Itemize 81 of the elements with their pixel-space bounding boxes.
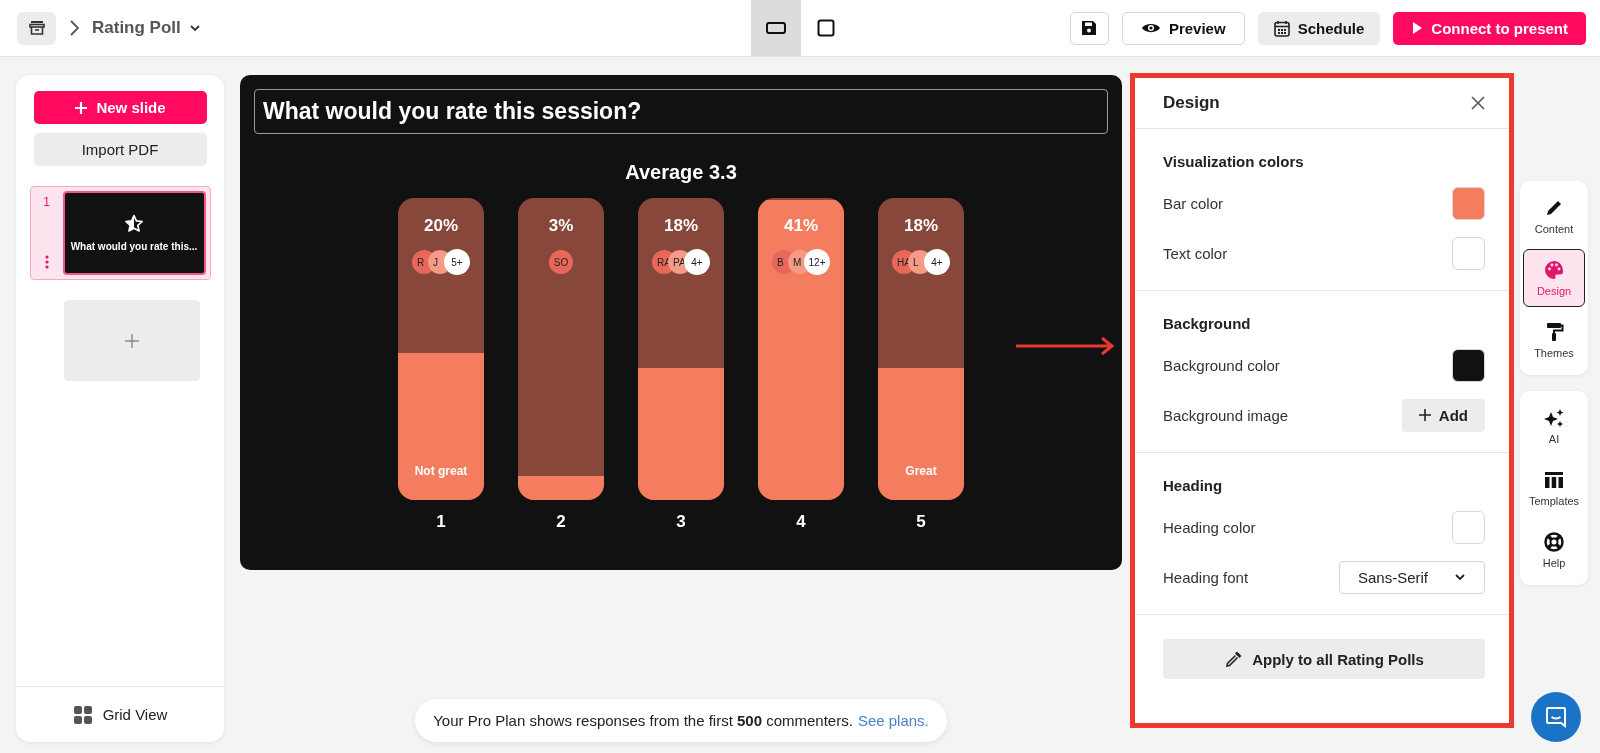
rating-number: 3 [676, 512, 686, 532]
chat-button[interactable] [1531, 692, 1581, 742]
rectangle-icon [766, 21, 786, 35]
plus-icon [1418, 409, 1431, 421]
poll-name-dropdown[interactable]: Rating Poll [92, 18, 201, 38]
setting-label: Background image [1163, 406, 1289, 424]
save-icon [1081, 20, 1098, 36]
color-swatch[interactable] [1452, 348, 1485, 382]
chevron-right-icon [68, 19, 80, 37]
sidebar-tab[interactable]: Content [1523, 187, 1585, 245]
close-button[interactable] [1471, 96, 1485, 110]
section-title: Heading [1163, 477, 1224, 494]
sparkles-icon [1543, 407, 1565, 429]
setting-label: Text color [1163, 244, 1228, 262]
close-icon [1471, 96, 1485, 110]
percentage-label: 41% [784, 216, 818, 236]
sidebar-tab[interactable]: Help [1523, 521, 1585, 579]
sidebar-tab[interactable]: Design [1523, 249, 1585, 307]
eye-icon [1140, 21, 1161, 35]
slide-heading-field[interactable]: What would you rate this session? [254, 89, 1108, 134]
slide-thumbnail[interactable]: What would you rate this... [62, 191, 206, 275]
color-swatch[interactable] [1452, 510, 1485, 544]
plus-icon [74, 100, 89, 115]
slide-number: 1 [43, 195, 50, 209]
sidebar-tab[interactable]: Themes [1523, 311, 1585, 369]
palette-icon [1543, 259, 1565, 281]
archive-button[interactable] [17, 11, 56, 45]
scale-label: Not great [414, 464, 468, 478]
section-title: Visualization colors [1163, 153, 1305, 170]
rating-number: 2 [556, 512, 566, 532]
plus-icon [125, 333, 139, 348]
percentage-label: 3% [548, 216, 574, 236]
setting-label: Background color [1163, 356, 1280, 374]
templates-icon [1543, 469, 1565, 491]
import-pdf-button[interactable]: Import PDF [33, 133, 207, 166]
connect-to-present-button[interactable]: Connect to present [1393, 11, 1586, 45]
section-title: Background [1163, 315, 1252, 332]
percentage-label: 20% [424, 216, 458, 236]
play-icon [1411, 21, 1424, 35]
chevron-down-icon [1454, 573, 1466, 581]
add-image-button[interactable]: Add [1401, 398, 1485, 432]
avatar: SO [549, 250, 573, 274]
schedule-button[interactable]: Schedule [1257, 11, 1381, 45]
save-button[interactable] [1069, 11, 1109, 45]
more-avatars-count: 4+ [684, 249, 710, 275]
rating-number: 4 [796, 512, 806, 532]
color-swatch[interactable] [1452, 186, 1485, 220]
percentage-label: 18% [664, 216, 698, 236]
setting-label: Heading color [1163, 518, 1256, 536]
percentage-label: 18% [904, 216, 938, 236]
more-avatars-count: 5+ [444, 249, 470, 275]
apply-to-all-button[interactable]: Apply to all Rating Polls [1163, 639, 1485, 679]
scale-label: Great [905, 464, 937, 478]
more-avatars-count: 4+ [924, 249, 950, 275]
see-plans-link[interactable]: See plans. [857, 712, 929, 729]
setting-label: Heading font [1163, 568, 1249, 586]
setting-label: Bar color [1163, 194, 1224, 212]
grid-icon [72, 704, 93, 725]
lifebuoy-icon [1543, 531, 1565, 553]
panel-title: Design [1163, 93, 1220, 113]
rating-number: 1 [436, 512, 446, 532]
widescreen-view-button[interactable] [751, 0, 801, 56]
average-score: Average 3.3 [625, 161, 737, 184]
grid-view-button[interactable]: Grid View [16, 686, 224, 742]
chevron-down-icon [188, 24, 201, 32]
font-dropdown[interactable]: Sans-Serif [1339, 560, 1485, 594]
rating-number: 5 [916, 512, 926, 532]
archive-icon [27, 19, 46, 37]
color-swatch[interactable] [1452, 236, 1485, 270]
square-icon [817, 19, 835, 37]
plan-notice-text: Your Pro Plan shows responses from the first 500 commenters. [433, 712, 853, 729]
slide-list-item[interactable]: 1 What would you rate this... [29, 186, 211, 280]
calendar-icon [1273, 19, 1290, 37]
new-slide-button[interactable]: New slide [33, 91, 207, 124]
slide-thumbnail-title: What would you rate this... [70, 241, 198, 252]
sidebar-tab[interactable]: Templates [1523, 459, 1585, 517]
more-options-icon[interactable] [44, 255, 49, 269]
star-icon [124, 214, 144, 234]
preview-button[interactable]: Preview [1121, 11, 1245, 45]
sidebar-tab[interactable]: AI [1523, 397, 1585, 455]
chat-icon [1544, 705, 1568, 729]
